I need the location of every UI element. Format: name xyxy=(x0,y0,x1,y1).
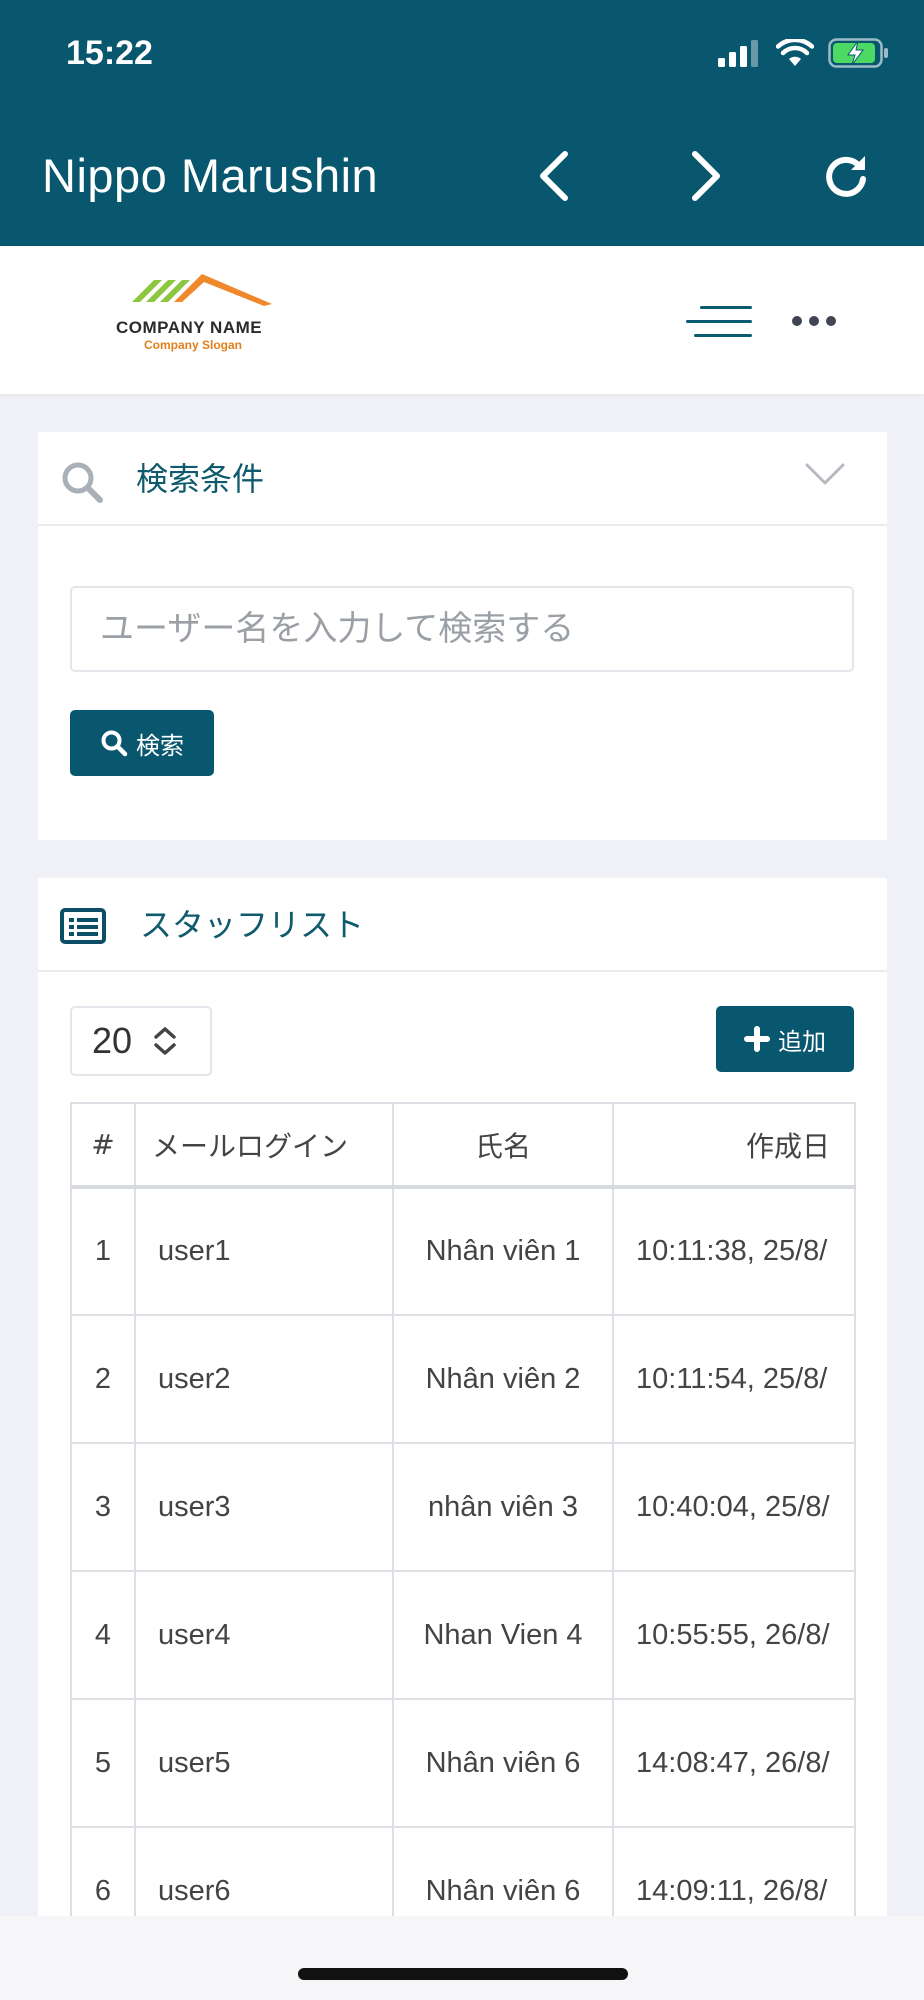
row-name: Nhân viên 1 xyxy=(392,1186,614,1316)
chevron-right-icon xyxy=(692,151,720,201)
wifi-icon xyxy=(776,39,814,66)
search-card: 検索条件 検索 xyxy=(38,432,887,840)
hamburger-menu-icon[interactable] xyxy=(682,302,752,342)
row-email-login: user4 xyxy=(134,1570,394,1700)
search-icon xyxy=(101,730,128,757)
table-header-row: # メールログイン 氏名 作成日 xyxy=(70,1102,856,1189)
sort-arrows-icon xyxy=(154,1027,176,1055)
forward-button[interactable] xyxy=(676,146,736,206)
column-header-created-date[interactable]: 作成日 xyxy=(612,1102,856,1189)
row-number: 3 xyxy=(70,1442,136,1572)
row-created-date: 10:40:04, 25/8/ xyxy=(612,1442,856,1572)
logo-name: COMPANY NAME xyxy=(116,318,263,337)
table-row[interactable]: 4 user4 Nhan Vien 4 10:55:55, 26/8/ xyxy=(70,1570,856,1700)
row-email-login: user2 xyxy=(134,1314,394,1444)
row-created-date: 10:11:54, 25/8/ xyxy=(612,1314,856,1444)
row-email-login: user3 xyxy=(134,1442,394,1572)
row-created-date: 14:08:47, 26/8/ xyxy=(612,1698,856,1828)
table-row[interactable]: 1 user1 Nhân viên 1 10:11:38, 25/8/ xyxy=(70,1186,856,1316)
add-staff-button[interactable]: 追加 xyxy=(716,1006,854,1072)
more-dots-icon[interactable] xyxy=(792,316,836,326)
add-button-label: 追加 xyxy=(778,1027,826,1056)
row-name: Nhân viên 2 xyxy=(392,1314,614,1444)
reload-icon xyxy=(826,156,866,197)
table-row[interactable]: 2 user2 Nhân viên 2 10:11:54, 25/8/ xyxy=(70,1314,856,1444)
row-name: Nhân viên 6 xyxy=(392,1826,614,1916)
plus-icon xyxy=(744,1026,770,1052)
row-number: 1 xyxy=(70,1186,136,1316)
row-email-login: user1 xyxy=(134,1186,394,1316)
row-number: 2 xyxy=(70,1314,136,1444)
row-number: 5 xyxy=(70,1698,136,1828)
table-row[interactable]: 3 user3 nhân viên 3 10:40:04, 25/8/ xyxy=(70,1442,856,1572)
search-card-header[interactable]: 検索条件 xyxy=(38,432,887,526)
app-title: Nippo Marushin xyxy=(42,149,379,202)
logo-roof-icon xyxy=(132,274,272,306)
list-icon xyxy=(60,908,106,944)
status-icons xyxy=(718,38,890,68)
column-header-email-login[interactable]: メールログイン xyxy=(134,1102,394,1189)
search-button-label: 検索 xyxy=(136,731,184,760)
page-size-value: 20 xyxy=(92,1020,133,1061)
column-header-number[interactable]: # xyxy=(70,1102,136,1189)
staff-list-header: スタッフリスト xyxy=(38,878,887,972)
home-indicator[interactable] xyxy=(298,1968,628,1980)
row-created-date: 10:55:55, 26/8/ xyxy=(612,1570,856,1700)
battery-charging-icon xyxy=(828,38,888,68)
signal-icon xyxy=(718,40,758,67)
back-button[interactable] xyxy=(524,146,584,206)
row-name: Nhân viên 6 xyxy=(392,1698,614,1828)
page-size-select[interactable]: 20 xyxy=(70,1006,212,1076)
staff-table: # メールログイン 氏名 作成日 1 user1 Nhân viên 1 10:… xyxy=(70,1102,856,1916)
bottom-bar xyxy=(0,1916,924,2000)
search-card-title: 検索条件 xyxy=(136,460,265,498)
column-header-name[interactable]: 氏名 xyxy=(392,1102,614,1189)
row-name: Nhan Vien 4 xyxy=(392,1570,614,1700)
company-logo[interactable]: COMPANY NAME Company Slogan xyxy=(112,268,292,358)
reload-button[interactable] xyxy=(816,146,876,206)
username-search-input[interactable] xyxy=(70,586,854,672)
site-header: COMPANY NAME Company Slogan xyxy=(0,246,924,394)
row-number: 4 xyxy=(70,1570,136,1700)
row-created-date: 10:11:38, 25/8/ xyxy=(612,1186,856,1316)
search-button[interactable]: 検索 xyxy=(70,710,214,776)
status-time: 15:22 xyxy=(66,34,153,72)
chevron-down-icon[interactable] xyxy=(805,462,845,486)
row-number: 6 xyxy=(70,1826,136,1916)
app-bar: 15:22 Nippo Marushin xyxy=(0,0,924,246)
row-email-login: user6 xyxy=(134,1826,394,1916)
search-icon xyxy=(62,462,103,503)
logo-slogan: Company Slogan xyxy=(144,338,243,352)
staff-list-card: スタッフリスト 20 追加 # メールログイン 氏名 作成日 1 user1 N… xyxy=(38,878,887,1916)
row-email-login: user5 xyxy=(134,1698,394,1828)
row-name: nhân viên 3 xyxy=(392,1442,614,1572)
table-row[interactable]: 5 user5 Nhân viên 6 14:08:47, 26/8/ xyxy=(70,1698,856,1828)
row-created-date: 14:09:11, 26/8/ xyxy=(612,1826,856,1916)
table-row[interactable]: 6 user6 Nhân viên 6 14:09:11, 26/8/ xyxy=(70,1826,856,1916)
chevron-left-icon xyxy=(540,151,568,201)
staff-list-title: スタッフリスト xyxy=(140,906,365,944)
